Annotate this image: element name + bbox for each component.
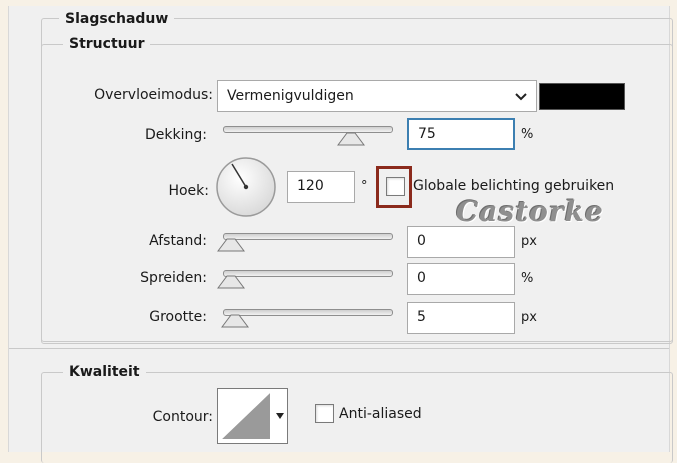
- spread-slider-track[interactable]: [223, 270, 393, 277]
- contour-label: Contour:: [152, 409, 213, 425]
- anti-aliased-checkbox[interactable]: [315, 404, 334, 423]
- shadow-color-swatch[interactable]: [539, 83, 625, 110]
- opacity-label: Dekking:: [145, 127, 207, 143]
- distance-unit: px: [521, 234, 537, 249]
- distance-slider-track[interactable]: [223, 233, 393, 240]
- angle-input[interactable]: 120: [287, 171, 355, 203]
- angle-dial[interactable]: [215, 156, 277, 218]
- section-divider: [9, 348, 669, 349]
- blend-mode-select[interactable]: Vermenigvuldigen: [217, 80, 537, 112]
- blend-mode-label: Overvloeimodus:: [94, 87, 213, 103]
- quality-title: Kwaliteit: [63, 364, 146, 380]
- distance-slider-thumb[interactable]: [217, 238, 245, 252]
- contour-preview-icon: [222, 393, 270, 439]
- opacity-slider-thumb[interactable]: [337, 132, 365, 146]
- contour-picker[interactable]: [217, 388, 275, 444]
- angle-unit: °: [361, 179, 368, 194]
- spread-unit: %: [521, 271, 534, 286]
- global-light-checkbox[interactable]: [386, 177, 405, 196]
- angle-label: Hoek:: [168, 183, 209, 199]
- watermark-signature: Castorke: [456, 195, 604, 228]
- contour-dropdown-button[interactable]: [273, 388, 288, 444]
- structure-title: Structuur: [63, 36, 151, 52]
- blend-mode-value: Vermenigvuldigen: [227, 88, 354, 104]
- drop-shadow-panel: Slagschaduw Structuur Overvloeimodus: Ve…: [8, 6, 673, 463]
- distance-label: Afstand:: [149, 233, 207, 249]
- size-unit: px: [521, 310, 537, 325]
- drop-shadow-title: Slagschaduw: [59, 11, 175, 27]
- opacity-slider-track[interactable]: [223, 126, 393, 133]
- size-input[interactable]: 5: [407, 302, 515, 334]
- anti-aliased-label: Anti-aliased: [339, 406, 422, 422]
- global-light-label: Globale belichting gebruiken: [413, 178, 615, 194]
- spread-label: Spreiden:: [140, 270, 207, 286]
- distance-input[interactable]: 0: [407, 226, 515, 258]
- size-label: Grootte:: [149, 309, 207, 325]
- opacity-unit: %: [521, 127, 534, 142]
- chevron-down-icon: [515, 93, 527, 101]
- size-slider-thumb[interactable]: [221, 314, 249, 328]
- caret-down-icon: [276, 413, 284, 419]
- spread-input[interactable]: 0: [407, 263, 515, 295]
- spread-slider-thumb[interactable]: [217, 275, 245, 289]
- opacity-input[interactable]: 75: [407, 118, 515, 150]
